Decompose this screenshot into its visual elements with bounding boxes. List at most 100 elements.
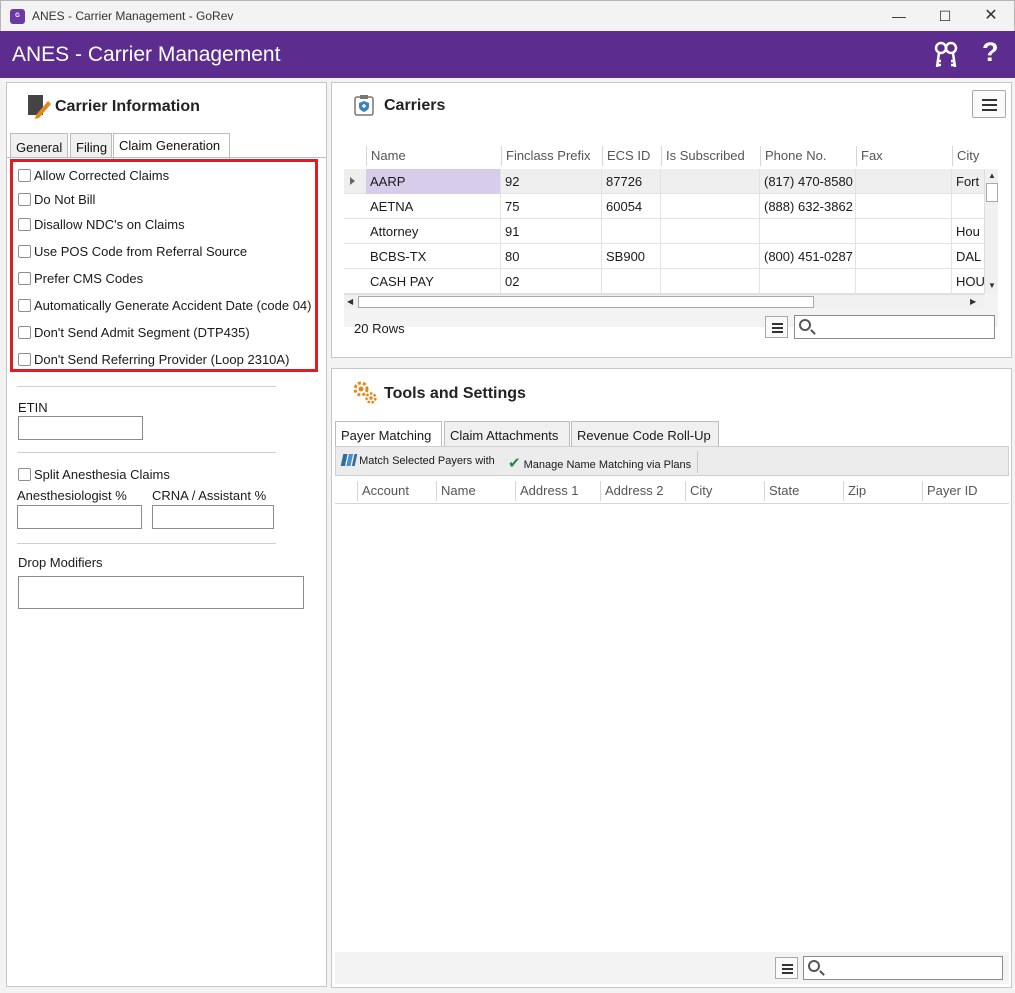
checkbox[interactable]: [18, 299, 31, 312]
scroll-thumb[interactable]: [358, 296, 814, 308]
scroll-down-icon[interactable]: ▼: [988, 281, 996, 290]
tab-payer-matching[interactable]: Payer Matching: [335, 421, 442, 447]
table-row[interactable]: BCBS-TX 80 SB900 (800) 451-0287 DAL: [344, 244, 984, 269]
cell-fax: [856, 244, 952, 269]
carriers-grid-body: AARP 92 87726 (817) 470-8580 Fort AETNA …: [344, 169, 984, 294]
edit-document-icon: [28, 95, 51, 119]
column-name[interactable]: Name: [366, 146, 500, 166]
checkbox[interactable]: [18, 272, 31, 285]
cell-name: BCBS-TX: [366, 244, 501, 269]
crna-input[interactable]: [152, 505, 274, 529]
column-phone[interactable]: Phone No.: [760, 146, 856, 166]
match-selected-payers-button[interactable]: Match Selected Payers with: [340, 454, 495, 467]
table-row[interactable]: AARP 92 87726 (817) 470-8580 Fort: [344, 169, 984, 194]
vertical-scrollbar[interactable]: ▲ ▼: [984, 169, 998, 294]
column-ecs-id[interactable]: ECS ID: [602, 146, 661, 166]
manage-name-matching-button[interactable]: ✔ Manage Name Matching via Plans: [508, 454, 691, 472]
checkbox[interactable]: [18, 218, 31, 231]
checkbox[interactable]: [18, 245, 31, 258]
payer-search-input[interactable]: [803, 956, 1003, 980]
drop-modifiers-label: Drop Modifiers: [18, 555, 103, 570]
table-row[interactable]: CASH PAY 02 HOU: [344, 269, 984, 294]
checkbox-label: Split Anesthesia Claims: [34, 467, 170, 482]
window-title: ANES - Carrier Management - GoRev: [32, 9, 234, 23]
cell-fax: [856, 219, 952, 244]
highlight-box: [10, 159, 318, 372]
tab-general[interactable]: General: [10, 133, 68, 158]
cell-name: AETNA: [366, 194, 501, 219]
maximize-button[interactable]: ☐: [922, 5, 968, 27]
help-icon[interactable]: ?: [982, 37, 999, 68]
anesthesiologist-input[interactable]: [17, 505, 142, 529]
carriers-grid: Name Finclass Prefix ECS ID Is Subscribe…: [344, 141, 998, 327]
column-fax[interactable]: Fax: [856, 146, 952, 166]
checkbox-label: Disallow NDC's on Claims: [34, 217, 185, 232]
scroll-up-icon[interactable]: ▲: [988, 171, 996, 180]
checkbox-label: Use POS Code from Referral Source: [34, 244, 248, 259]
cell-name: Attorney: [366, 219, 501, 244]
tab-claim-attachments[interactable]: Claim Attachments: [444, 421, 570, 447]
scroll-thumb[interactable]: [986, 183, 998, 202]
checkbox[interactable]: [18, 468, 31, 481]
minimize-button[interactable]: —: [876, 5, 922, 27]
divider: [17, 386, 276, 387]
checkbox[interactable]: [18, 353, 31, 366]
carriers-grid-header: Name Finclass Prefix ECS ID Is Subscribe…: [344, 141, 998, 169]
column-address-2[interactable]: Address 2: [600, 481, 684, 501]
scroll-left-icon[interactable]: ◀: [347, 297, 353, 306]
anesthesiologist-label: Anesthesiologist %: [17, 488, 127, 503]
column-zip[interactable]: Zip: [843, 481, 921, 501]
cell-name: CASH PAY: [366, 269, 501, 294]
close-button[interactable]: ✕: [968, 5, 1014, 27]
checkbox[interactable]: [18, 169, 31, 182]
cell-phone: (817) 470-8580: [760, 169, 856, 194]
checkbox[interactable]: [18, 326, 31, 339]
cell-ecs-id: [602, 269, 661, 294]
column-state[interactable]: State: [764, 481, 842, 501]
cell-phone: [760, 219, 856, 244]
horizontal-scrollbar[interactable]: ◀ ▶: [344, 294, 984, 308]
payer-grid-menu-button[interactable]: [775, 957, 798, 979]
carriers-menu-button[interactable]: [972, 90, 1006, 118]
column-finclass-prefix[interactable]: Finclass Prefix: [501, 146, 601, 166]
checkbox-label: Don't Send Admit Segment (DTP435): [34, 325, 250, 340]
cell-subscribed: [661, 244, 760, 269]
column-city[interactable]: City: [685, 481, 763, 501]
checkbox-label: Automatically Generate Accident Date (co…: [34, 298, 312, 313]
keys-icon[interactable]: [933, 41, 959, 69]
crna-label: CRNA / Assistant %: [152, 488, 267, 503]
carrier-information-panel: Carrier Information General Filing Claim…: [6, 82, 327, 987]
cell-finclass: 80: [501, 244, 602, 269]
scroll-right-icon[interactable]: ▶: [970, 297, 976, 306]
carriers-panel: Carriers Name Finclass Prefix ECS ID Is …: [331, 82, 1012, 358]
table-row[interactable]: Attorney 91 Hou: [344, 219, 984, 244]
tab-revenue-code-rollup[interactable]: Revenue Code Roll-Up: [571, 421, 719, 447]
column-city[interactable]: City: [952, 146, 998, 166]
payer-matching-grid-header: Account Name Address 1 Address 2 City St…: [335, 476, 1009, 504]
column-name[interactable]: Name: [436, 481, 514, 501]
column-address-1[interactable]: Address 1: [515, 481, 599, 501]
drop-modifiers-input[interactable]: [18, 576, 304, 609]
cell-subscribed: [661, 194, 760, 219]
etin-input[interactable]: [18, 416, 143, 440]
search-icon: [808, 960, 820, 972]
toolbar-divider: [697, 451, 698, 473]
carriers-grid-menu-button[interactable]: [765, 316, 788, 338]
table-row[interactable]: AETNA 75 60054 (888) 632-3862: [344, 194, 984, 219]
tab-divider: [7, 157, 326, 158]
column-account[interactable]: Account: [357, 481, 435, 501]
search-icon: [799, 319, 811, 331]
cell-ecs-id: SB900: [602, 244, 661, 269]
tab-claim-generation[interactable]: Claim Generation: [113, 133, 230, 159]
column-payer-id[interactable]: Payer ID: [922, 481, 1009, 501]
checkbox[interactable]: [18, 193, 31, 206]
window-titlebar: G ANES - Carrier Management - GoRev — ☐ …: [0, 0, 1015, 31]
tools-settings-panel: Tools and Settings Payer Matching Claim …: [331, 368, 1012, 988]
divider: [17, 452, 276, 453]
cell-subscribed: [661, 169, 760, 194]
page-title: ANES - Carrier Management: [12, 43, 281, 66]
tab-filing[interactable]: Filing: [70, 133, 112, 158]
carrier-information-title: Carrier Information: [55, 98, 200, 115]
carriers-search-input[interactable]: [794, 315, 995, 339]
column-is-subscribed[interactable]: Is Subscribed: [661, 146, 759, 166]
